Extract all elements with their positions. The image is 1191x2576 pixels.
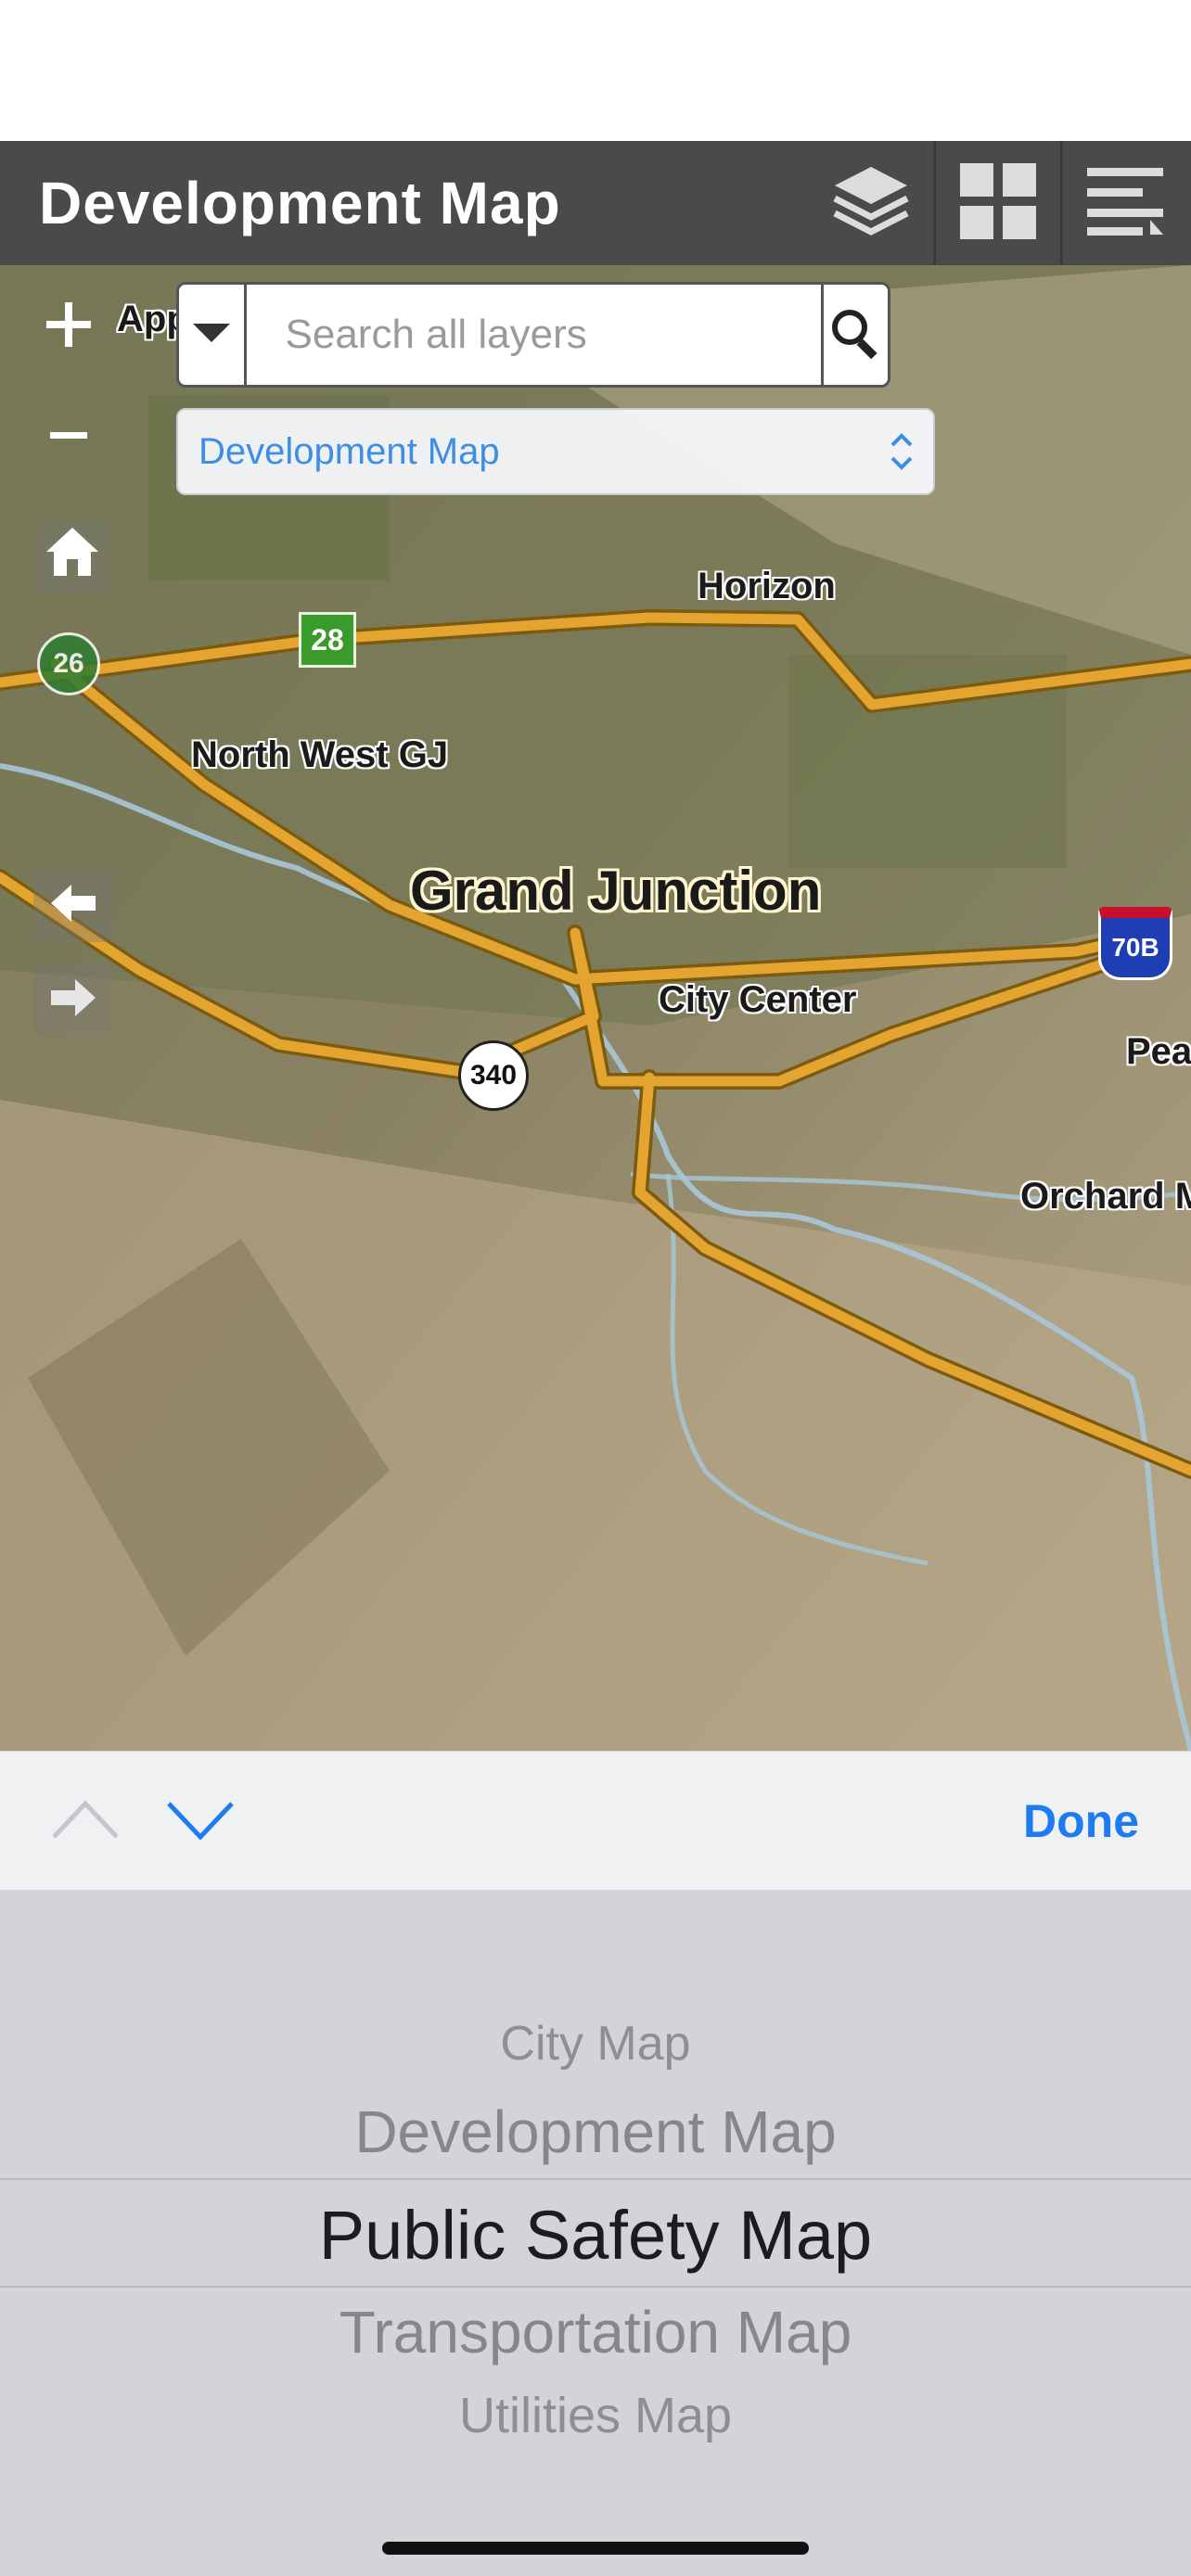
picker-option[interactable]: Transportation Map [0,2298,1191,2366]
arrow-right-icon [47,965,99,1034]
map-label-pea: Pea [1126,1031,1191,1072]
picker-option[interactable]: Development Map [0,2098,1191,2166]
caret-down-icon [191,322,232,349]
chevron-down-icon[interactable] [165,1796,236,1847]
home-indicator [382,2542,809,2555]
minus-icon [48,387,89,455]
status-bar-area [0,0,1191,141]
picker-option[interactable]: City Map [0,2016,1191,2072]
menu-button[interactable] [1063,141,1187,265]
route-340-shield: 340 [458,1040,529,1111]
search-icon [829,307,881,363]
grid-icon [958,161,1038,246]
app-header: Development Map [0,141,1191,265]
layers-icon [829,159,913,248]
search-input[interactable] [246,285,821,385]
search-button[interactable] [820,285,889,385]
map-label-horizon: Horizon [698,566,836,606]
picker-option-selected[interactable]: Public Safety Map [0,2196,1191,2275]
interstate-70b-shield: 70B [1098,907,1172,980]
map-label-grand-junction: Grand Junction [410,860,822,922]
zoom-in-button[interactable] [39,299,98,358]
done-button[interactable]: Done [1023,1752,1139,1891]
map-label-north-west-gj: North West GJ [191,734,449,775]
back-extent-button[interactable] [33,868,113,942]
map-picker-wheel[interactable]: City Map Development Map Public Safety M… [0,1890,1191,2576]
map-select-value: Development Map [198,430,500,472]
menu-list-icon [1085,164,1165,243]
home-button[interactable] [35,521,109,595]
picker-toolbar: Done [0,1751,1191,1891]
zoom-out-button[interactable] [39,391,98,451]
home-icon [43,524,102,593]
plus-icon [45,294,93,363]
chevron-up-down-icon [889,427,915,486]
grid-button[interactable] [936,141,1060,265]
arrow-left-icon [47,871,99,939]
route-26-shield: 26 [37,632,100,695]
chevron-up-icon[interactable] [50,1796,121,1847]
search-bar [176,282,890,388]
map-label-city-center: City Center [659,979,857,1020]
forward-extent-button[interactable] [33,963,113,1037]
map-label-orchard: Orchard M [1020,1176,1191,1217]
picker-option[interactable]: Utilities Map [0,2387,1191,2444]
map-select-dropdown[interactable]: Development Map [176,408,935,495]
layers-button[interactable] [809,141,933,265]
route-28-shield: 28 [299,612,356,668]
page-title: Development Map [39,170,561,236]
search-source-dropdown[interactable] [179,285,247,385]
